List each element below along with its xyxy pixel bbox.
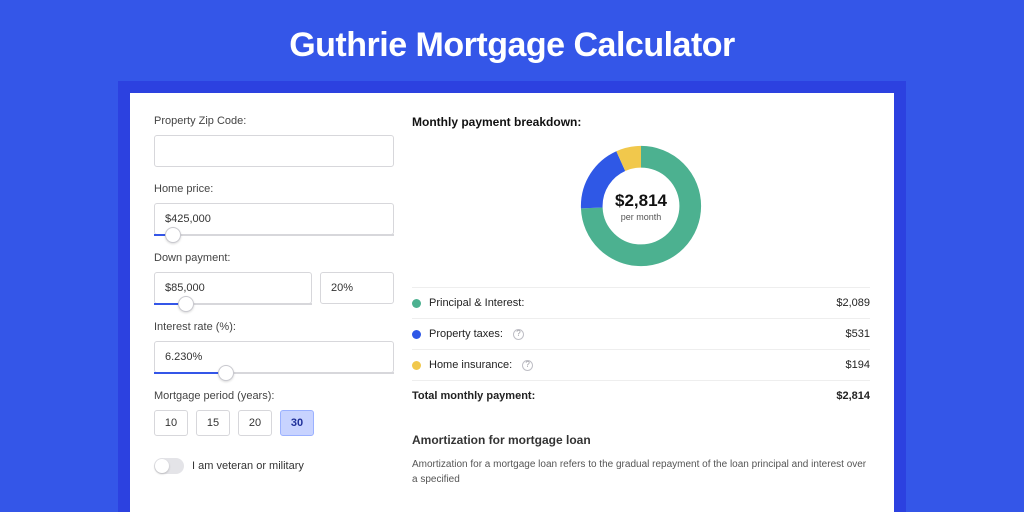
breakdown-row-left: Principal & Interest: xyxy=(412,297,524,309)
green-dot-icon xyxy=(412,299,421,308)
breakdown-row-left: Home insurance:? xyxy=(412,359,533,371)
period-label: Mortgage period (years): xyxy=(154,390,394,402)
breakdown-list: Principal & Interest: $2,089 Property taxe… xyxy=(412,287,870,411)
down-payment-pct-input[interactable] xyxy=(320,272,394,304)
breakdown-row-left: Property taxes:? xyxy=(412,328,524,340)
amortization-title: Amortization for mortgage loan xyxy=(412,433,870,447)
period-option-10[interactable]: 10 xyxy=(154,410,188,436)
interest-rate-slider-thumb[interactable] xyxy=(218,365,234,381)
info-icon[interactable]: ? xyxy=(513,329,524,340)
breakdown-row-principal_interest: Principal & Interest: $2,089 xyxy=(412,288,870,319)
down-payment-slider-thumb[interactable] xyxy=(178,296,194,312)
home-price-slider[interactable] xyxy=(154,234,394,236)
home-price-slider-thumb[interactable] xyxy=(165,227,181,243)
breakdown-row-amount: $194 xyxy=(846,359,870,371)
info-icon[interactable]: ? xyxy=(522,360,533,371)
zip-input[interactable] xyxy=(154,135,394,167)
donut-amount: $2,814 xyxy=(615,191,667,211)
amortization-section: Amortization for mortgage loan Amortizat… xyxy=(412,433,870,487)
payment-donut-chart: $2,814 per month xyxy=(576,141,706,271)
home-price-input[interactable] xyxy=(154,203,394,235)
calculator-card: Property Zip Code: Home price: Down paym… xyxy=(130,93,894,512)
breakdown-total-amount: $2,814 xyxy=(836,390,870,402)
period-options: 10 15 20 30 xyxy=(154,410,394,436)
interest-rate-label: Interest rate (%): xyxy=(154,321,394,333)
home-price-label: Home price: xyxy=(154,183,394,195)
interest-rate-input[interactable] xyxy=(154,341,394,373)
amortization-text: Amortization for a mortgage loan refers … xyxy=(412,457,870,487)
page-title: Guthrie Mortgage Calculator xyxy=(0,0,1024,81)
breakdown-row-label: Property taxes: xyxy=(429,328,503,340)
home-price-group: Home price: xyxy=(154,183,394,236)
donut-wrap: $2,814 per month xyxy=(412,141,870,271)
zip-group: Property Zip Code: xyxy=(154,115,394,167)
donut-center: $2,814 per month xyxy=(576,141,706,271)
zip-label: Property Zip Code: xyxy=(154,115,394,127)
breakdown-row-property_taxes: Property taxes:? $531 xyxy=(412,319,870,350)
blue-dot-icon xyxy=(412,330,421,339)
breakdown-title: Monthly payment breakdown: xyxy=(412,115,870,129)
interest-rate-slider[interactable] xyxy=(154,372,394,374)
period-option-20[interactable]: 20 xyxy=(238,410,272,436)
interest-rate-slider-fill xyxy=(154,372,226,374)
breakdown-total-label: Total monthly payment: xyxy=(412,390,535,402)
breakdown-row-amount: $531 xyxy=(846,328,870,340)
breakdown-row-home_insurance: Home insurance:? $194 xyxy=(412,350,870,381)
breakdown-row-total: Total monthly payment: $2,814 xyxy=(412,381,870,411)
period-group: Mortgage period (years): 10 15 20 30 xyxy=(154,390,394,436)
veteran-row: I am veteran or military xyxy=(154,458,394,474)
period-option-30[interactable]: 30 xyxy=(280,410,314,436)
interest-rate-group: Interest rate (%): xyxy=(154,321,394,374)
breakdown-column: Monthly payment breakdown: $2,814 per mo… xyxy=(412,115,870,512)
period-option-15[interactable]: 15 xyxy=(196,410,230,436)
app-frame: Property Zip Code: Home price: Down paym… xyxy=(118,81,906,512)
veteran-label: I am veteran or military xyxy=(192,460,304,472)
form-column: Property Zip Code: Home price: Down paym… xyxy=(154,115,394,512)
breakdown-row-amount: $2,089 xyxy=(836,297,870,309)
breakdown-row-label: Principal & Interest: xyxy=(429,297,524,309)
donut-sub: per month xyxy=(621,212,662,222)
down-payment-label: Down payment: xyxy=(154,252,394,264)
yellow-dot-icon xyxy=(412,361,421,370)
veteran-toggle[interactable] xyxy=(154,458,184,474)
down-payment-group: Down payment: xyxy=(154,252,394,305)
breakdown-row-label: Home insurance: xyxy=(429,359,512,371)
down-payment-slider[interactable] xyxy=(154,303,312,305)
